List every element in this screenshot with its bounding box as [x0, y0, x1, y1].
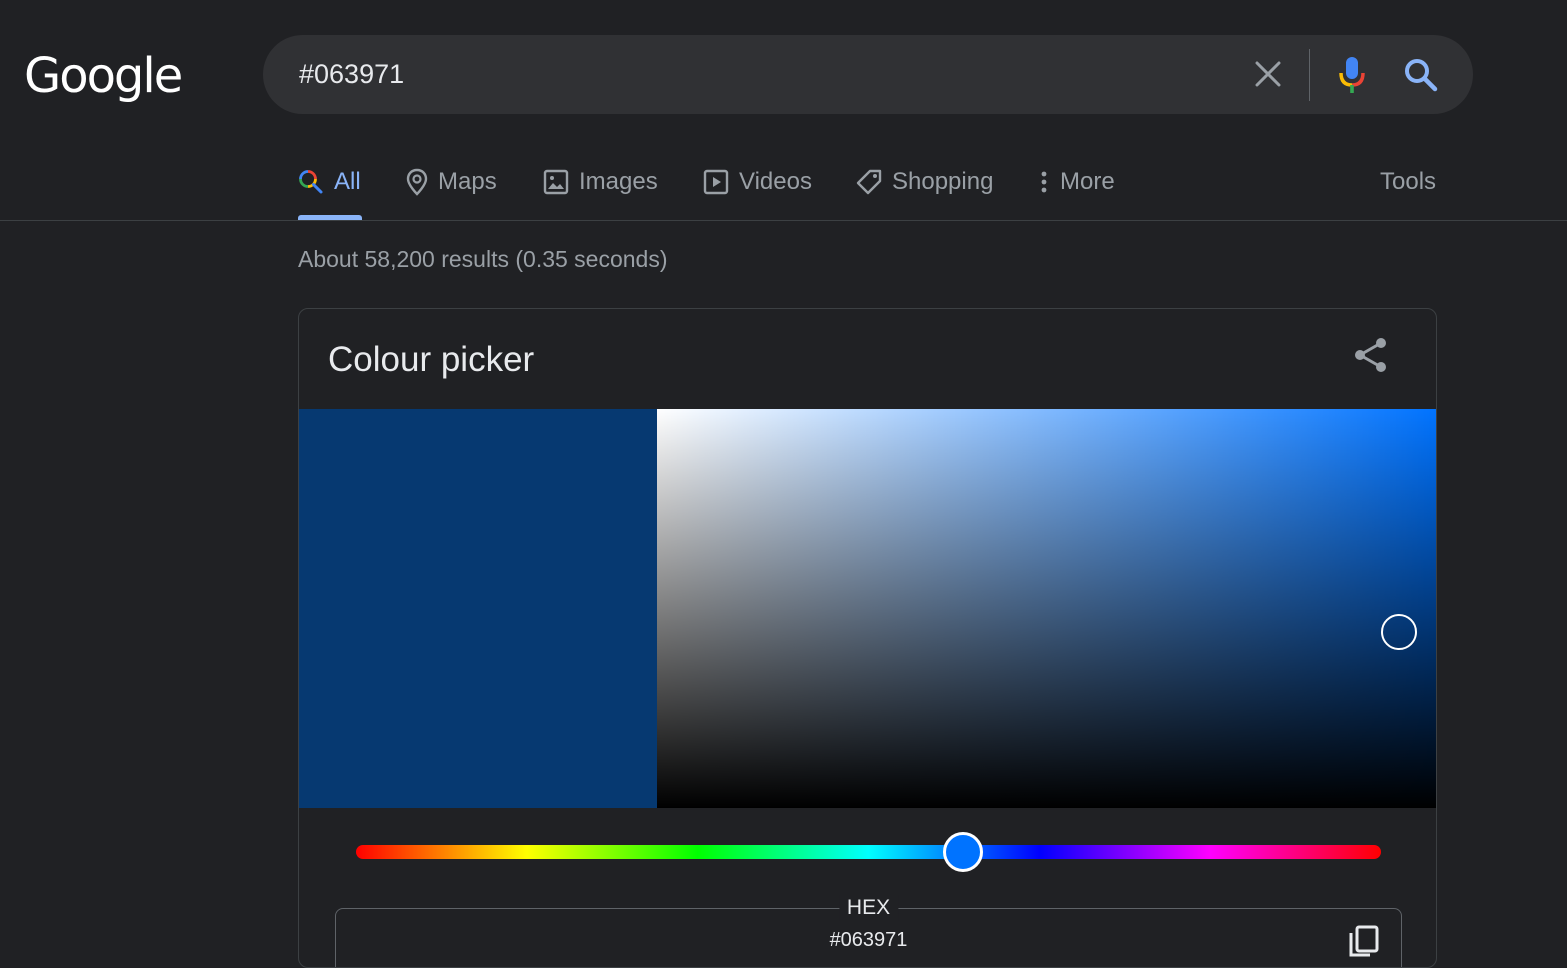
result-stats: About 58,200 results (0.35 seconds)	[298, 246, 668, 272]
search-button[interactable]	[1403, 57, 1439, 93]
saturation-value-handle[interactable]	[1380, 614, 1417, 651]
map-pin-icon	[406, 168, 428, 196]
tab-all-label: All	[334, 168, 361, 195]
hex-label: HEX	[838, 895, 899, 921]
search-bar[interactable]: #063971	[263, 35, 1473, 114]
tab-more-label: More	[1060, 168, 1115, 195]
close-icon	[1255, 61, 1281, 87]
hex-field[interactable]: HEX #063971	[335, 895, 1402, 967]
tab-videos-label: Videos	[739, 168, 812, 195]
tab-all[interactable]: All	[298, 162, 361, 202]
copy-icon	[1349, 925, 1379, 957]
share-button[interactable]	[1351, 335, 1391, 375]
search-icon	[299, 170, 323, 194]
play-icon	[703, 169, 729, 195]
tab-maps[interactable]: Maps	[406, 162, 497, 202]
saturation-value-picker[interactable]	[657, 409, 1436, 808]
tab-shopping-label: Shopping	[892, 168, 994, 195]
tab-maps-label: Maps	[438, 168, 497, 195]
colour-picker-card: Colour picker HEX #063971	[298, 308, 1437, 968]
tab-videos[interactable]: Videos	[703, 162, 812, 202]
tab-images-label: Images	[579, 168, 658, 195]
search-icon	[1405, 59, 1438, 92]
tab-shopping[interactable]: Shopping	[856, 162, 993, 202]
tools-button[interactable]: Tools	[1380, 162, 1436, 202]
search-input[interactable]: #063971	[299, 57, 404, 91]
clear-search-button[interactable]	[1253, 59, 1283, 89]
card-title: Colour picker	[328, 340, 535, 379]
image-icon	[543, 169, 569, 195]
copy-button[interactable]	[1346, 921, 1382, 957]
voice-search-button[interactable]	[1337, 55, 1367, 95]
hex-value[interactable]: #063971	[336, 929, 1401, 952]
tab-more[interactable]: More	[1038, 162, 1115, 202]
search-bar-divider	[1309, 49, 1310, 101]
selected-colour-swatch	[299, 409, 657, 808]
google-logo[interactable]: Google	[24, 46, 183, 106]
hue-slider[interactable]	[356, 832, 1381, 872]
share-icon	[1355, 338, 1386, 372]
tag-icon	[856, 169, 882, 195]
tab-images[interactable]: Images	[543, 162, 658, 202]
header-divider	[0, 220, 1567, 221]
microphone-icon	[1339, 57, 1365, 93]
hue-slider-handle[interactable]	[942, 832, 983, 872]
more-vert-icon	[1041, 171, 1047, 193]
